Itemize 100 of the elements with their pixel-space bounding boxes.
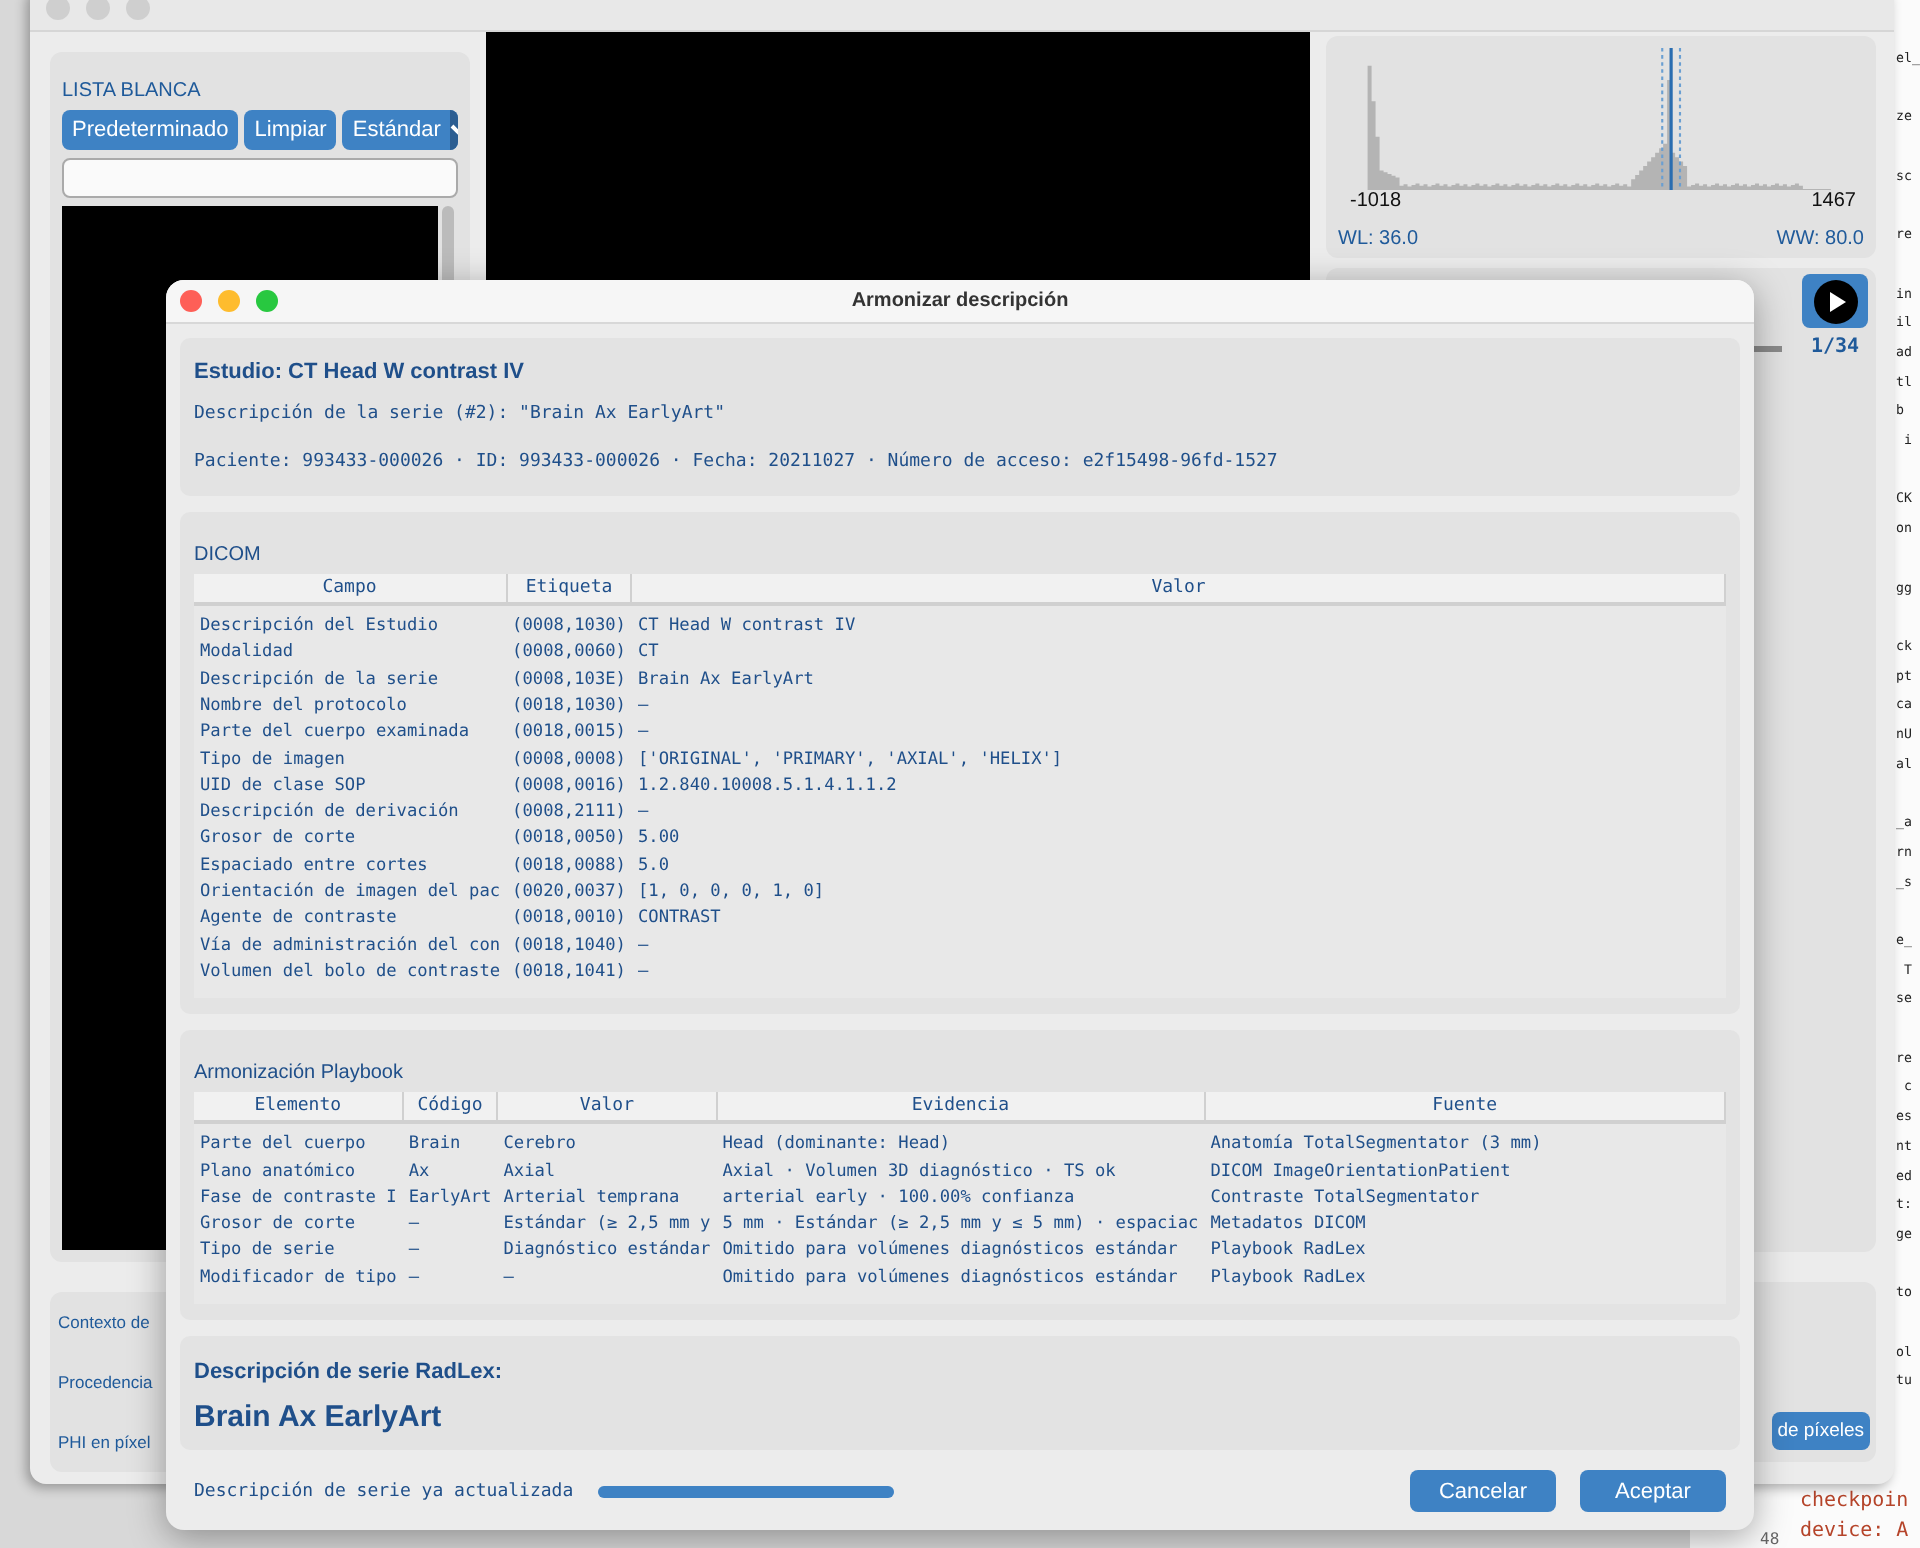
filter-field[interactable] [62, 158, 458, 198]
table-cell: (0008,103E) [506, 667, 632, 694]
window-bound-line[interactable] [1661, 48, 1664, 190]
dialog-title: Armonizar descripción [851, 290, 1069, 313]
table-cell: — [631, 720, 1725, 748]
table-cell: 5 mm · Estándar (≥ 2,5 mm y ≤ 5 mm) · espaciac [716, 1212, 1205, 1239]
frame-counter: 1/34 [1810, 336, 1860, 358]
preset-button[interactable]: Predeterminado [62, 110, 239, 150]
table-cell: — [631, 959, 1725, 999]
table-cell: 1.2.840.10008.5.1.4.1.1.2 [631, 773, 1725, 801]
dialog-button[interactable]: Cancelar [1410, 1470, 1556, 1512]
dialog-button[interactable]: Aceptar [1580, 1470, 1726, 1512]
table-cell: (0008,0016) [506, 773, 632, 801]
line-number: 48 [1760, 1530, 1780, 1548]
table-cell: (0008,0060) [506, 640, 632, 668]
table-cell: Estándar (≥ 2,5 mm y [497, 1212, 717, 1239]
table-cell: Vía de administración del con [194, 933, 507, 960]
table-cell: (0018,0088) [506, 853, 632, 881]
pixel-button[interactable]: de píxeles [1771, 1412, 1870, 1450]
code-line: checkpoin [1800, 1488, 1909, 1516]
table-cell: Orientación de imagen del pac [194, 880, 507, 907]
table-cell: (0018,0015) [506, 720, 632, 748]
table-cell: CT Head W contrast IV [631, 604, 1725, 641]
minimize-icon[interactable] [218, 290, 240, 313]
dropdown-value: Estándar [350, 116, 443, 146]
table-cell: (0008,0008) [506, 747, 632, 774]
window-bound-line[interactable] [1678, 48, 1682, 190]
table-cell: Playbook RadLex [1204, 1265, 1725, 1304]
table-cell: — [631, 693, 1725, 721]
close-icon[interactable] [180, 290, 202, 313]
table-cell: DICOM ImageOrientationPatient [1204, 1159, 1725, 1186]
table-cell: Playbook RadLex [1204, 1238, 1725, 1266]
table-cell: Parte del cuerpo [194, 1122, 403, 1160]
table-cell: Volumen del bolo de contraste [194, 959, 507, 999]
table-cell: Contraste TotalSegmentator [1204, 1185, 1725, 1213]
play-icon [1813, 279, 1857, 323]
preset-button[interactable]: Limpiar [244, 110, 337, 150]
play-button[interactable] [1802, 274, 1868, 328]
table-cell: Parte del cuerpo examinada [194, 720, 507, 748]
context-label: Procedencia [58, 1372, 153, 1392]
table-cell: Omitido para volúmenes diagnósticos estándar [716, 1238, 1205, 1266]
window-control-icon[interactable] [86, 0, 110, 19]
table-cell: Head (dominante: Head) [716, 1122, 1205, 1160]
table-cell: Cerebro [497, 1122, 717, 1160]
table-cell: Descripción del Estudio [194, 604, 507, 641]
table-cell: Brain Ax EarlyArt [631, 667, 1725, 694]
table-cell: (0008,1030) [506, 604, 632, 641]
table-cell: (0018,1041) [506, 959, 632, 999]
table-cell: CONTRAST [631, 906, 1725, 934]
table-cell: Grosor de corte [194, 826, 507, 854]
table-cell: — [402, 1265, 498, 1304]
table-cell: Plano anatómico [194, 1159, 403, 1186]
table-cell: ['ORIGINAL', 'PRIMARY', 'AXIAL', 'HELIX'] [631, 747, 1725, 774]
table-cell: — [402, 1238, 498, 1266]
table-cell: — [631, 933, 1725, 960]
table-cell: (0018,0010) [506, 906, 632, 934]
radlex-label: Descripción de serie RadLex: [194, 1360, 505, 1384]
table-cell: — [402, 1212, 498, 1239]
column-header: Valor [497, 1092, 717, 1123]
window-center-line[interactable] [1669, 48, 1673, 190]
table-cell: EarlyArt [402, 1185, 498, 1213]
panel-title: LISTA BLANCA [62, 80, 203, 102]
status-text: Descripción de serie ya actualizada [194, 1481, 574, 1501]
table-cell: Fase de contraste I [194, 1185, 403, 1213]
column-header: Etiqueta [506, 574, 632, 605]
table-cell: Descripción de derivación [194, 800, 507, 827]
table-cell: Modificador de tipo [194, 1265, 403, 1304]
table-cell: Axial · Volumen 3D diagnóstico · TS ok [716, 1159, 1205, 1186]
window-width: WW: 80.0 [1776, 228, 1864, 250]
table-cell: Nombre del protocolo [194, 693, 507, 721]
table-cell: Anatomía TotalSegmentator (3 mm) [1204, 1122, 1725, 1160]
histogram-max: 1467 [1811, 190, 1856, 212]
table-cell: arterial early · 100.00% confianza [716, 1185, 1205, 1213]
table-cell: Modalidad [194, 640, 507, 668]
maximize-icon[interactable] [256, 290, 278, 313]
code-line: device: A [1800, 1517, 1909, 1546]
table-cell: Tipo de serie [194, 1238, 403, 1266]
table-cell: Metadatos DICOM [1204, 1212, 1725, 1239]
table-cell: Diagnóstico estándar [497, 1238, 717, 1266]
preset-dropdown[interactable]: Estándar [342, 110, 458, 150]
table-cell: Agente de contraste [194, 906, 507, 934]
column-header: Evidencia [716, 1092, 1205, 1123]
table-cell: (0018,1040) [506, 933, 632, 960]
column-header: Código [402, 1092, 498, 1123]
table-cell: Ax [402, 1159, 498, 1186]
table-cell: Espaciado entre cortes [194, 853, 507, 881]
table-cell: [1, 0, 0, 0, 1, 0] [631, 880, 1725, 907]
radlex-value: Brain Ax EarlyArt [194, 1400, 444, 1434]
window-control-icon[interactable] [126, 0, 150, 19]
window-control-icon[interactable] [46, 0, 70, 19]
table-cell: 5.00 [631, 826, 1725, 854]
table-cell: Axial [497, 1159, 717, 1186]
histogram-min: -1018 [1350, 190, 1402, 212]
section-title: Armonización Playbook [194, 1062, 405, 1085]
context-label: Contexto de [58, 1312, 150, 1332]
series-description: Descripción de la serie (#2): "Brain Ax EarlyArt" [194, 404, 728, 425]
table-cell: (0008,2111) [506, 800, 632, 827]
column-header: Campo [194, 574, 507, 605]
table-cell: — [497, 1265, 717, 1304]
study-title: Estudio: CT Head W contrast IV [194, 360, 527, 385]
